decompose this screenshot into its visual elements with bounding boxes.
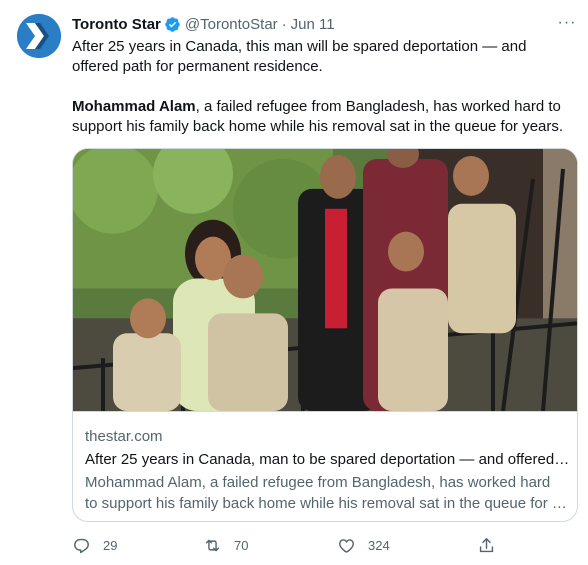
more-icon[interactable]: ··· [555, 13, 579, 33]
retweet-count: 70 [234, 537, 249, 553]
tweet-header: Toronto Star @TorontoStar · Jun 11 [72, 14, 335, 34]
tweet-text-paragraph-1: After 25 years in Canada, this man will … [72, 38, 527, 75]
link-card[interactable]: thestar.com After 25 years in Canada, ma… [72, 148, 578, 522]
like-button[interactable]: 324 [337, 532, 390, 558]
card-title: After 25 years in Canada, man to be spar… [85, 451, 571, 468]
card-image[interactable] [73, 149, 577, 412]
header-separator: · [281, 15, 287, 33]
tweet-text-bold-name: Mohammad Alam [72, 98, 196, 115]
retweet-button[interactable]: 70 [203, 532, 248, 558]
card-description-line-1: Mohammad Alam, a failed refugee from Ban… [85, 474, 551, 491]
reply-icon [74, 538, 89, 553]
reply-count: 29 [103, 537, 118, 553]
toronto-star-logo [17, 14, 61, 58]
author-name[interactable]: Toronto Star [72, 16, 161, 33]
share-icon [479, 537, 494, 552]
tweet-date[interactable]: Jun 11 [291, 16, 335, 33]
tweet[interactable]: Toronto Star @TorontoStar · Jun 11 ··· A… [0, 0, 588, 565]
card-domain: thestar.com [85, 428, 163, 445]
card-meta: thestar.com After 25 years in Canada, ma… [85, 426, 571, 514]
card-description: Mohammad Alam, a failed refugee from Ban… [85, 472, 571, 514]
tweet-actions: 29 70 324 [72, 532, 502, 558]
tweet-text-paragraph-2: Mohammad Alam, a failed refugee from Ban… [72, 97, 572, 137]
author-handle[interactable]: @TorontoStar [185, 16, 278, 33]
retweet-icon [205, 539, 220, 551]
like-count: 324 [368, 537, 390, 553]
like-icon [339, 538, 354, 553]
avatar[interactable] [17, 14, 61, 58]
reply-button[interactable]: 29 [72, 532, 117, 558]
card-description-line-2: to support his family back home while hi… [85, 495, 571, 512]
verified-badge-icon [164, 16, 181, 33]
share-button[interactable] [477, 532, 496, 558]
